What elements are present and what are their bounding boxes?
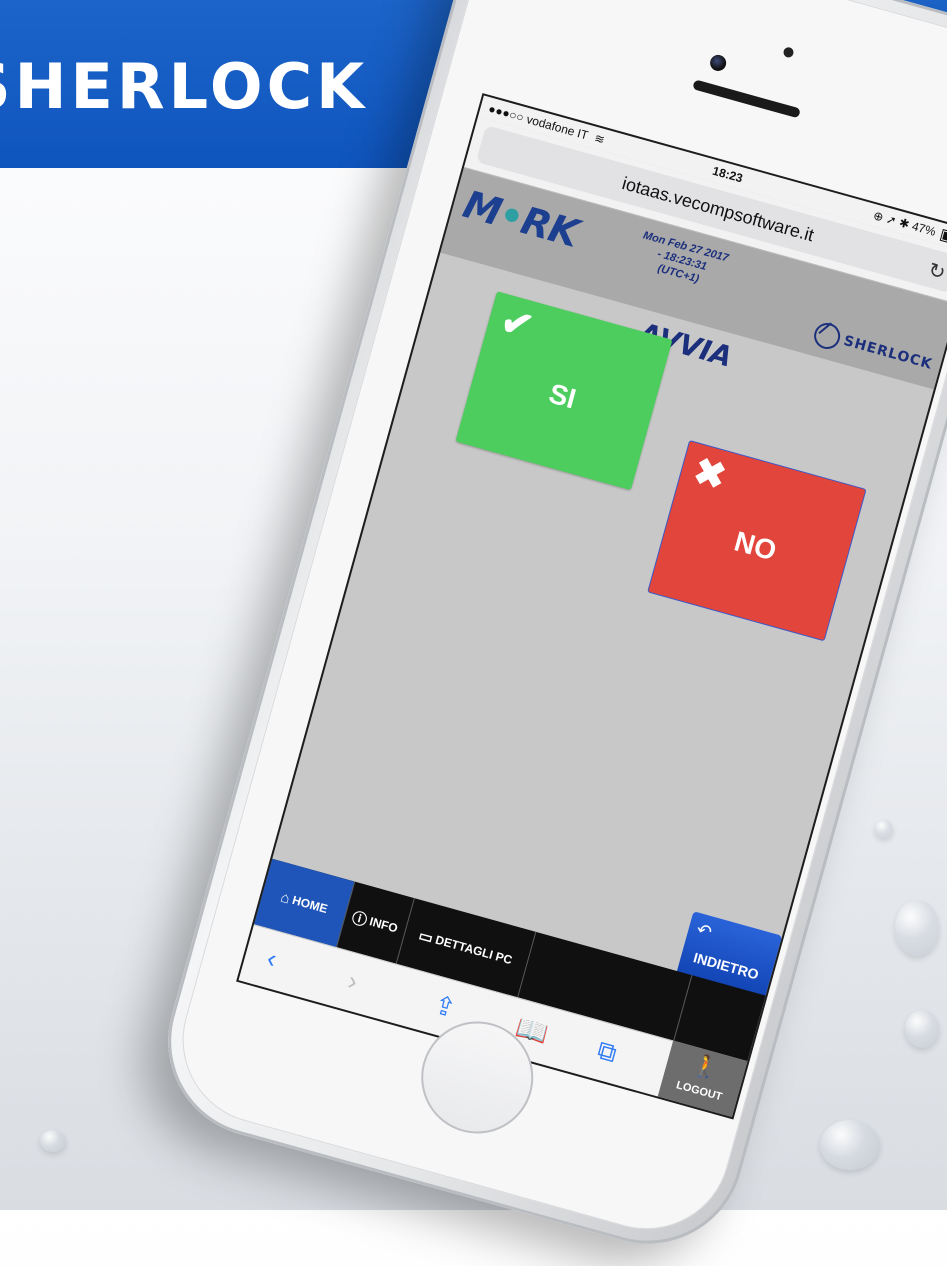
battery-fill <box>942 231 947 242</box>
no-button[interactable]: ✖ NO <box>647 439 867 642</box>
smartphone: ●●●○○ vodafone IT ≋ 18:23 ⊕ ➚ ✱ 47% iota… <box>146 0 947 1266</box>
earpiece-speaker <box>692 79 801 119</box>
checkmark-icon: ✔ <box>495 300 538 350</box>
undo-icon: ↶ <box>694 919 715 943</box>
yes-label: SI <box>545 377 580 415</box>
phone-screen: ●●●○○ vodafone IT ≋ 18:23 ⊕ ➚ ✱ 47% iota… <box>236 93 947 1120</box>
tabs-icon[interactable]: ⧉ <box>594 1034 620 1070</box>
water-drop <box>40 1130 66 1152</box>
share-icon[interactable]: ⇪ <box>430 989 460 1025</box>
phone-face: ●●●○○ vodafone IT ≋ 18:23 ⊕ ➚ ✱ 47% iota… <box>163 0 947 1249</box>
front-camera <box>708 53 728 73</box>
proximity-sensor <box>782 46 795 59</box>
home-icon: ⌂ <box>278 888 292 908</box>
no-label: NO <box>731 525 780 567</box>
browser-back-icon[interactable]: ‹ <box>264 943 280 975</box>
monitor-icon: ▭ <box>416 927 435 948</box>
water-drop <box>895 900 939 956</box>
info-icon: ⓘ <box>349 909 369 930</box>
browser-forward-icon[interactable]: › <box>344 965 361 997</box>
sherlock-icon <box>811 320 844 353</box>
banner-title: SHERLOCK <box>0 50 369 123</box>
water-drop <box>875 820 893 838</box>
x-icon: ✖ <box>688 450 731 500</box>
water-drop <box>905 1010 939 1048</box>
battery-percent: 47% <box>910 219 938 239</box>
water-drop <box>820 1120 880 1170</box>
